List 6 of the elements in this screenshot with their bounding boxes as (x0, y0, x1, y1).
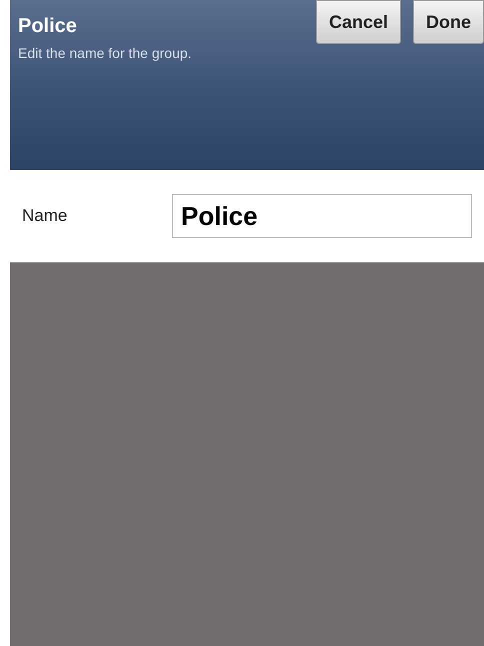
header-button[interactable]: Done (413, 0, 484, 44)
field-label: Name (22, 205, 68, 228)
name-input-field[interactable]: Police (172, 194, 472, 238)
header-button[interactable]: Cancel (316, 0, 401, 44)
screen-title: Police (18, 14, 77, 39)
screen-subtitle: Edit the name for the group. (18, 44, 192, 63)
